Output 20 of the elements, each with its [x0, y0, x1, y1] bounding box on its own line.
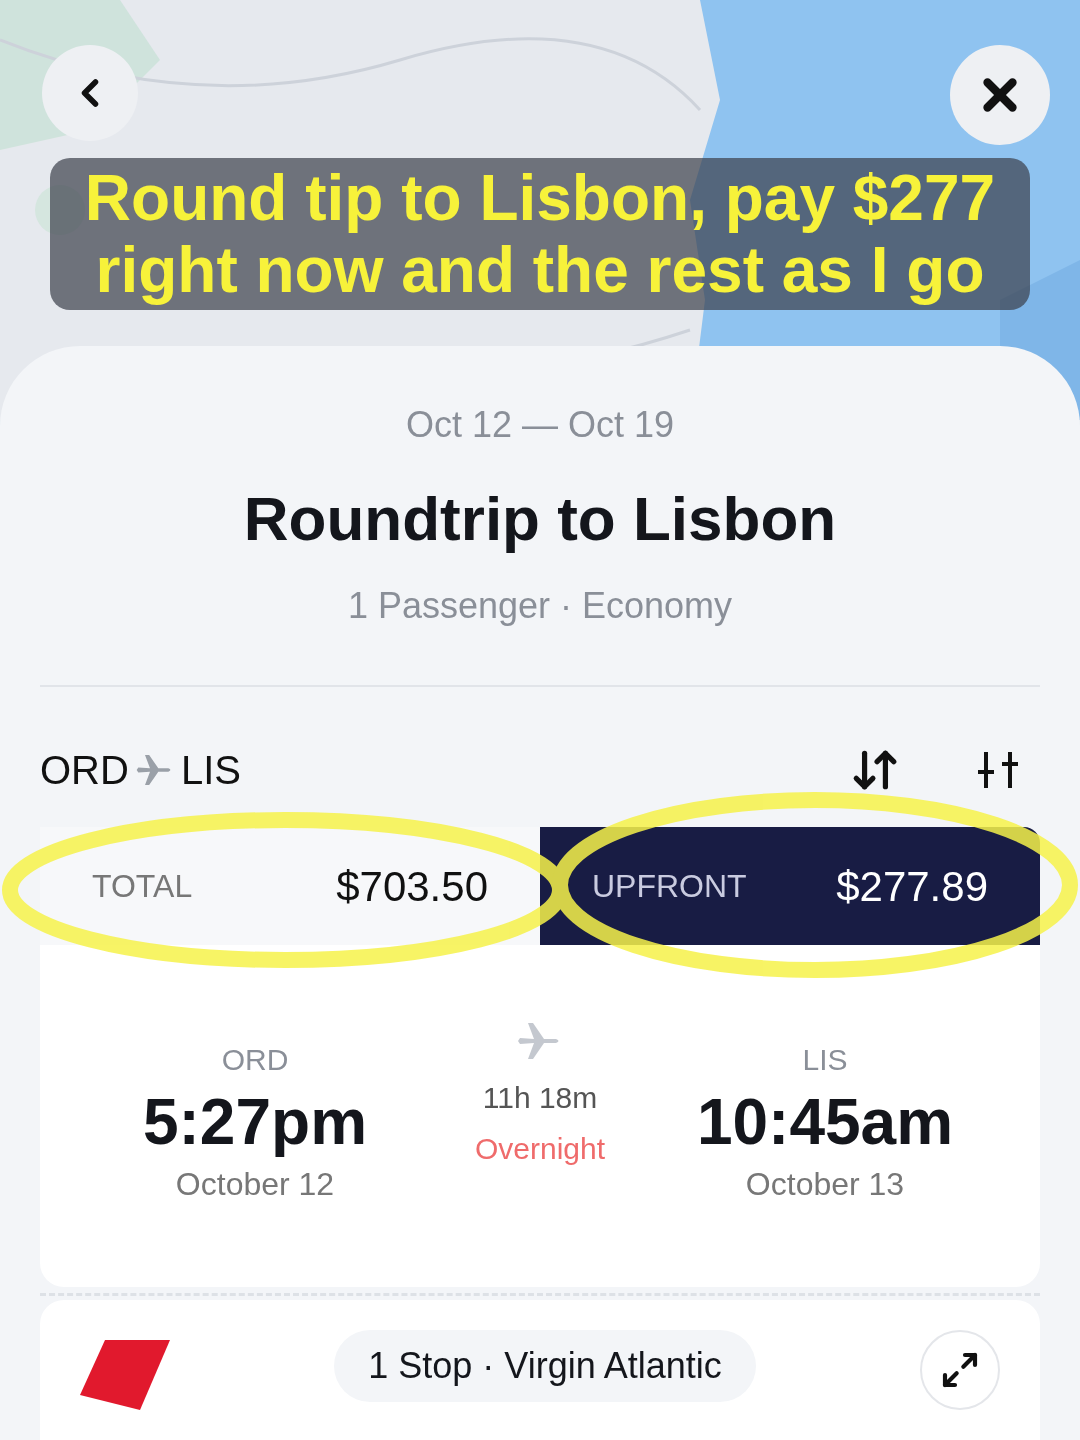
flight-duration: 11h 18m: [482, 1080, 598, 1116]
airline-logo-icon: [80, 1340, 170, 1410]
trip-details: 1 Passenger · Economy: [347, 584, 733, 628]
trip-title: Roundtrip to Lisbon: [243, 483, 837, 555]
caption-text: Round tip to Lisbon, pay $277 right now and the rest as I go: [50, 158, 1030, 310]
origin-code: ORD: [40, 747, 129, 794]
flight-date: October 13: [745, 1165, 905, 1204]
flight-date: October 12: [175, 1165, 335, 1204]
destination-code: LIS: [180, 747, 241, 794]
trip-dates: Oct 12 — Oct 19: [405, 403, 675, 447]
expand-button[interactable]: [920, 1330, 1000, 1410]
airport-code: LIS: [802, 1042, 848, 1078]
filter-icon[interactable]: [976, 750, 1020, 790]
flight-time: 10:45am: [696, 1086, 954, 1158]
overnight-note: Overnight: [474, 1131, 606, 1167]
flight-time: 5:27pm: [142, 1086, 368, 1158]
itinerary-summary: 1 Stop · Virgin Atlantic: [334, 1330, 756, 1402]
expand-icon: [940, 1350, 980, 1390]
price-tab[interactable]: UPFRONT $277.89: [540, 827, 1040, 945]
airport-code: ORD: [221, 1042, 289, 1078]
